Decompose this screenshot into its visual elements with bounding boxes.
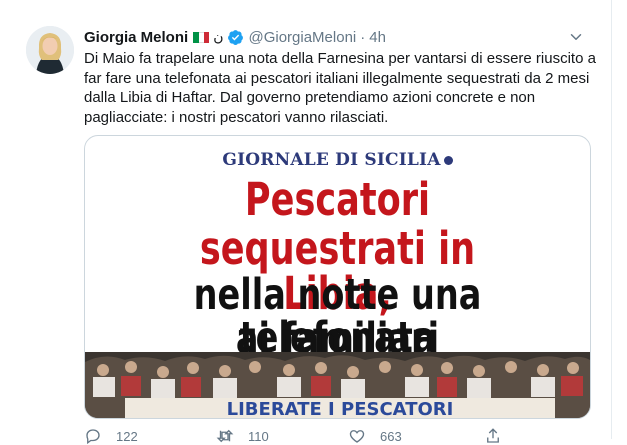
tweet-card[interactable]: Giorgia Meloni ن @GiorgiaMeloni · 4h Di … — [0, 0, 612, 445]
tweet-header: Giorgia Meloni ن @GiorgiaMeloni · 4h — [84, 27, 386, 47]
tweet-text: Di Maio fa trapelare una nota della Farn… — [84, 50, 596, 127]
avatar[interactable] — [26, 26, 74, 74]
author-handle[interactable]: @GiorgiaMeloni — [248, 29, 356, 46]
author-name-suffix: ن — [213, 29, 224, 45]
verified-badge-icon — [228, 29, 244, 45]
separator-dot: · — [360, 28, 366, 46]
newspaper-name: GIORNALE DI SICILIA — [222, 150, 441, 170]
banner-text: LIBERATE I PESCATORI — [227, 399, 454, 418]
like-count: 663 — [380, 428, 402, 444]
newspaper-mark-icon — [443, 156, 453, 165]
like-icon — [349, 430, 365, 443]
tweet-timestamp[interactable]: 4h — [369, 29, 386, 46]
retweet-count: 110 — [248, 428, 269, 444]
italian-flag-icon — [193, 31, 210, 43]
protest-crowd-photo: LIBERATE I PESCATORI — [85, 352, 590, 418]
retweet-icon — [216, 429, 234, 443]
reply-icon — [86, 429, 100, 445]
retweet-button[interactable]: 110 — [216, 427, 269, 445]
like-button[interactable]: 663 — [348, 427, 402, 445]
tweet-media-image[interactable]: GIORNALE DI SICILIA Pescatori sequestrat… — [84, 135, 591, 419]
caret-down-icon[interactable] — [567, 28, 585, 46]
reply-count: 122 — [116, 428, 138, 444]
newspaper-logo: GIORNALE DI SICILIA — [85, 150, 590, 170]
author-name[interactable]: Giorgia Meloni — [84, 29, 188, 46]
reply-button[interactable]: 122 — [84, 427, 138, 445]
share-icon — [487, 428, 499, 443]
avatar-photo — [26, 26, 74, 74]
headline-line-1: Pescatori — [244, 173, 431, 226]
share-button[interactable] — [484, 427, 502, 445]
